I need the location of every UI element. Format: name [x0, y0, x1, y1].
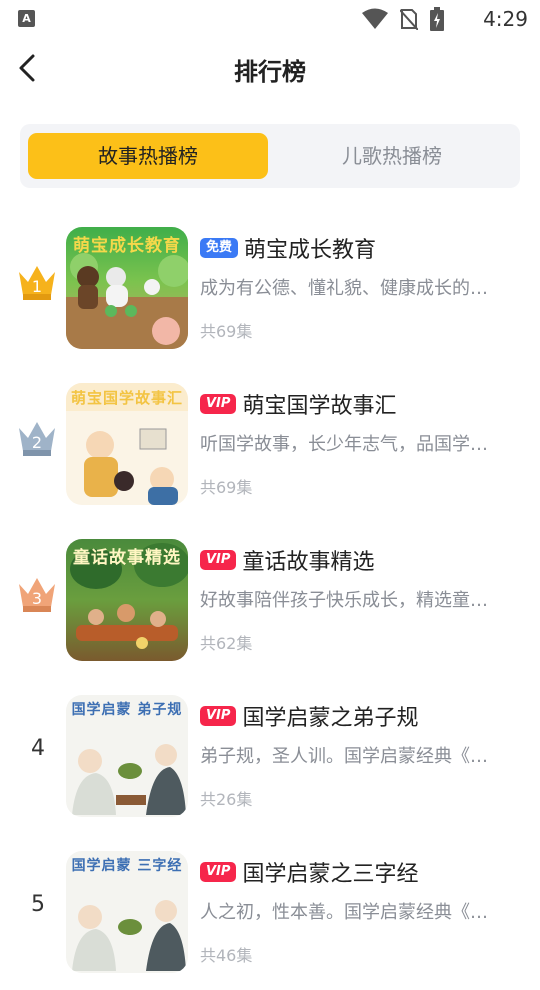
- item-title-row: VIP 国学启蒙之弟子规: [200, 700, 418, 732]
- rank-number: 5: [31, 892, 45, 917]
- page-title: 排行榜: [234, 58, 306, 86]
- header: 排行榜: [0, 36, 540, 100]
- list-item[interactable]: 5 国学启蒙 三字经 VIP 国学启蒙之三字经 人之初，性本善。国学启蒙经典《……: [0, 834, 540, 990]
- wifi-icon: [362, 8, 388, 29]
- list-item[interactable]: 2 萌宝国学故事汇 VIP 萌宝国学故事汇 听国学故事，长少年志气，品国学… 共…: [0, 366, 540, 522]
- item-description: 听国学故事，长少年志气，品国学…: [200, 434, 488, 455]
- gold-crown-icon: 1: [19, 266, 55, 300]
- free-badge: 免费: [200, 238, 239, 258]
- item-description: 好故事陪伴孩子快乐成长，精选童…: [200, 590, 488, 611]
- episode-count: 共62集: [200, 634, 253, 653]
- rank-number: 2: [32, 433, 42, 452]
- item-title-row: VIP 童话故事精选: [200, 544, 374, 576]
- item-title-row: 免费 萌宝成长教育: [200, 232, 376, 264]
- item-title-row: VIP 萌宝国学故事汇: [200, 388, 396, 420]
- item-title-row: VIP 国学启蒙之三字经: [200, 856, 418, 888]
- vip-badge: VIP: [200, 706, 237, 726]
- item-description: 人之初，性本善。国学启蒙经典《…: [200, 902, 488, 923]
- item-title: 童话故事精选: [242, 550, 375, 575]
- cover-title: 萌宝国学故事汇: [70, 389, 183, 407]
- item-description: 弟子规，圣人训。国学启蒙经典《…: [200, 746, 488, 767]
- list-item[interactable]: 4 国学启蒙 弟子规 VIP 国学启蒙之弟子规 弟子规，圣人训。国学启蒙经典《……: [0, 678, 540, 834]
- item-title: 国学启蒙之弟子规: [242, 706, 419, 731]
- bronze-crown-icon: 3: [19, 578, 55, 612]
- episode-count: 共69集: [200, 322, 253, 341]
- app-notification-icon: A: [18, 10, 35, 27]
- album-cover[interactable]: 国学启蒙 三字经: [66, 851, 188, 973]
- item-title: 萌宝成长教育: [244, 238, 377, 263]
- rank-number: 1: [32, 277, 42, 296]
- list-item[interactable]: 1 萌宝成长教育 免费 萌宝成长教育 成为有公德、懂礼貌、健康成长的… 共69集: [0, 210, 540, 366]
- tab-story-ranking[interactable]: 故事热播榜: [28, 133, 268, 179]
- episode-count: 共46集: [200, 946, 253, 965]
- episode-count: 共26集: [200, 790, 253, 809]
- clock: 4:29: [483, 7, 528, 31]
- album-cover[interactable]: 萌宝成长教育: [66, 227, 188, 349]
- album-cover[interactable]: 萌宝国学故事汇: [66, 383, 188, 505]
- rank-number: 4: [31, 736, 45, 761]
- vip-badge: VIP: [200, 862, 237, 882]
- rank-number: 3: [32, 589, 42, 608]
- tab-bar: 故事热播榜 儿歌热播榜: [20, 124, 520, 188]
- vip-badge: VIP: [200, 550, 237, 570]
- vip-badge: VIP: [200, 394, 237, 414]
- silver-crown-icon: 2: [19, 422, 55, 456]
- album-cover[interactable]: 童话故事精选: [66, 539, 188, 661]
- status-bar: A 4:29: [0, 0, 540, 36]
- album-cover[interactable]: 国学启蒙 弟子规: [66, 695, 188, 817]
- cover-title: 国学启蒙 三字经: [71, 858, 183, 874]
- cover-title: 童话故事精选: [73, 548, 181, 568]
- battery-charging-icon: [430, 7, 444, 31]
- no-sim-icon: [400, 9, 418, 30]
- item-description: 成为有公德、懂礼貌、健康成长的…: [200, 278, 488, 299]
- item-title: 萌宝国学故事汇: [242, 394, 397, 419]
- status-icons: [362, 7, 444, 31]
- item-title: 国学启蒙之三字经: [242, 862, 419, 887]
- cover-title: 萌宝成长教育: [73, 236, 181, 256]
- tab-song-ranking[interactable]: 儿歌热播榜: [272, 133, 512, 179]
- episode-count: 共69集: [200, 478, 253, 497]
- cover-title: 国学启蒙 弟子规: [71, 702, 183, 718]
- list-item[interactable]: 3 童话故事精选 VIP 童话故事精选 好故事陪伴孩子快乐成长，精选童… 共62…: [0, 522, 540, 678]
